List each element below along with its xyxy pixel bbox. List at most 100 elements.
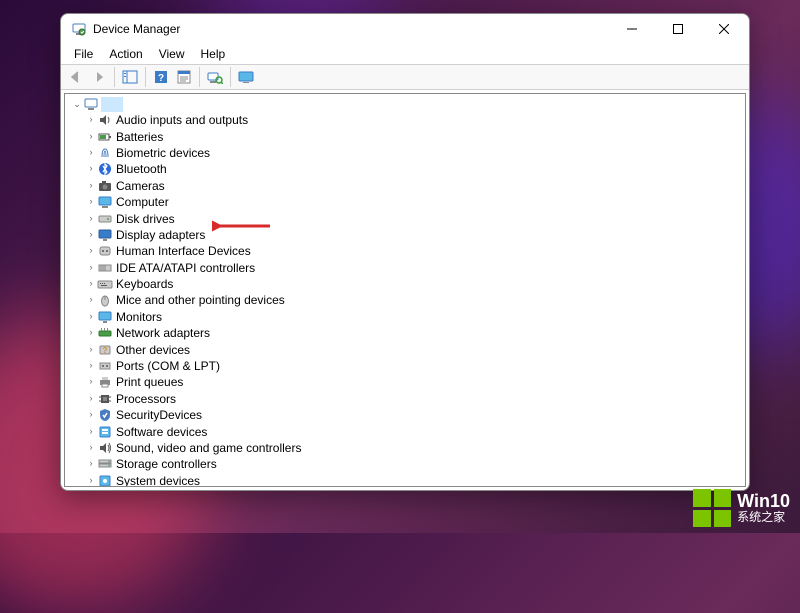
tree-item[interactable]: › Monitors [85,309,745,325]
watermark-logo-icon [693,489,731,527]
fingerprint-icon [97,145,113,161]
tree-item[interactable]: › Bluetooth [85,161,745,177]
menubar: File Action View Help [61,44,749,64]
camera-icon [97,178,113,194]
device-manager-window: Device Manager File Action View Help ? ⌄… [60,13,750,491]
app-icon [71,21,87,37]
tree-item-label: IDE ATA/ATAPI controllers [116,261,255,275]
speaker-icon [97,112,113,128]
chevron-right-icon[interactable]: › [85,392,97,404]
titlebar[interactable]: Device Manager [61,14,749,44]
tree-item[interactable]: ›System devices [85,473,745,487]
mouse-icon [97,292,113,308]
tree-item[interactable]: › Human Interface Devices [85,243,745,259]
chevron-right-icon[interactable]: › [85,146,97,158]
tree-item[interactable]: › Software devices [85,423,745,439]
chevron-right-icon[interactable]: › [85,474,97,486]
tree-item-label: Mice and other pointing devices [116,293,285,307]
chevron-right-icon[interactable]: › [85,310,97,322]
system-icon [97,473,113,487]
tree-item[interactable]: › Biometric devices [85,145,745,161]
network-icon [97,325,113,341]
chevron-right-icon[interactable]: › [85,441,97,453]
chevron-right-icon[interactable]: › [85,228,97,240]
chevron-right-icon[interactable]: › [85,277,97,289]
forward-button [88,66,110,88]
minimize-button[interactable] [609,14,655,44]
show-hide-tree-button[interactable] [119,66,141,88]
toolbar: ? [61,64,749,90]
scan-hardware-button[interactable] [204,66,226,88]
tree-item[interactable]: ›Cameras [85,178,745,194]
window-title: Device Manager [93,22,180,36]
bluetooth-icon [97,161,113,177]
tree-item-label: Software devices [116,425,207,439]
tree-item[interactable]: › Processors [85,391,745,407]
tree-item-label: Processors [116,392,176,406]
tree-item-label: SecurityDevices [116,408,202,422]
watermark-line2: 系统之家 [737,511,790,524]
hid-icon [97,243,113,259]
disk-icon [97,211,113,227]
chevron-down-icon[interactable]: ⌄ [71,98,83,110]
chevron-right-icon[interactable]: › [85,195,97,207]
chevron-right-icon[interactable]: › [85,293,97,305]
display-icon [97,227,113,243]
tree-item[interactable]: ›Display adapters [85,227,745,243]
menu-help[interactable]: Help [194,46,233,62]
tree-item[interactable]: › Mice and other pointing devices [85,292,745,308]
back-button [65,66,87,88]
chevron-right-icon[interactable]: › [85,212,97,224]
tree-item[interactable]: › SecurityDevices [85,407,745,423]
tree-item[interactable]: › Computer [85,194,745,210]
chevron-right-icon[interactable]: › [85,343,97,355]
properties-button[interactable] [173,66,195,88]
maximize-button[interactable] [655,14,701,44]
computer-icon [97,194,113,210]
menu-action[interactable]: Action [102,46,149,62]
tree-root[interactable]: ⌄ [67,96,745,112]
monitor-button[interactable] [235,66,257,88]
chevron-right-icon[interactable]: › [85,162,97,174]
tree-item-label: Sound, video and game controllers [116,441,301,455]
tree-item[interactable]: ›Disk drives [85,210,745,226]
chevron-right-icon[interactable]: › [85,113,97,125]
tree-item[interactable]: › Sound, video and game controllers [85,440,745,456]
chevron-right-icon[interactable]: › [85,457,97,469]
chevron-right-icon[interactable]: › [85,130,97,142]
tree-item[interactable]: › Print queues [85,374,745,390]
tree-item[interactable]: ›?Other devices [85,341,745,357]
computer-icon [83,96,99,112]
menu-file[interactable]: File [67,46,100,62]
tree-item[interactable]: ›Storage controllers [85,456,745,472]
watermark: Win10 系统之家 [693,489,790,527]
chevron-right-icon[interactable]: › [85,408,97,420]
tree-item[interactable]: ›Network adapters [85,325,745,341]
tree-item-label: Monitors [116,310,162,324]
other-icon: ? [97,342,113,358]
help-button[interactable]: ? [150,66,172,88]
device-tree[interactable]: ⌄ ›Audio inputs and outputs›Batteries›Bi… [64,93,746,487]
tree-item[interactable]: › IDE ATA/ATAPI controllers [85,260,745,276]
menu-view[interactable]: View [152,46,192,62]
tree-item[interactable]: ›Batteries [85,128,745,144]
svg-text:?: ? [158,73,164,84]
chevron-right-icon[interactable]: › [85,425,97,437]
tree-item[interactable]: ›Audio inputs and outputs [85,112,745,128]
chevron-right-icon[interactable]: › [85,375,97,387]
tree-item[interactable]: ›Keyboards [85,276,745,292]
tree-item-label: Bluetooth [116,162,167,176]
close-button[interactable] [701,14,747,44]
tree-item-label: Computer [116,195,169,209]
storage-icon [97,456,113,472]
chevron-right-icon[interactable]: › [85,244,97,256]
tree-item-label: Human Interface Devices [116,244,251,258]
tree-item-label: Biometric devices [116,146,210,160]
chevron-right-icon[interactable]: › [85,179,97,191]
chevron-right-icon[interactable]: › [85,261,97,273]
chevron-right-icon[interactable]: › [85,326,97,338]
tree-item[interactable]: ›Ports (COM & LPT) [85,358,745,374]
chevron-right-icon[interactable]: › [85,359,97,371]
svg-text:?: ? [103,346,108,355]
tree-item-label: Print queues [116,375,183,389]
